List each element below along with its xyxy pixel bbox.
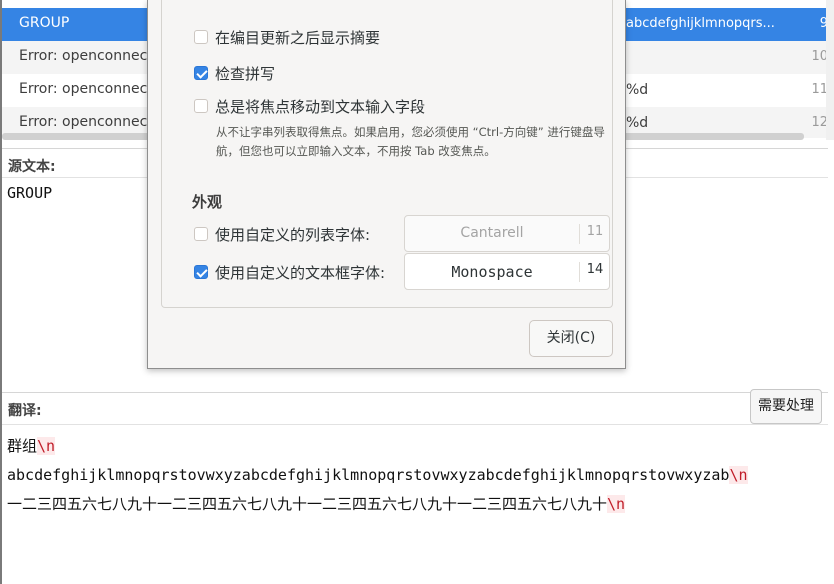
focus-text-label[interactable]: 总是将焦点移动到文本输入字段 bbox=[215, 96, 425, 117]
close-button[interactable]: 关闭(C) bbox=[529, 320, 613, 357]
translation-pane-header: 翻译: bbox=[2, 392, 828, 425]
row-source: Error: openconnect bbox=[19, 48, 153, 64]
text-font-name: Monospace bbox=[451, 263, 533, 281]
text-font-label[interactable]: 使用自定义的文本框字体: bbox=[215, 262, 385, 283]
newline-marker: \n bbox=[37, 437, 56, 455]
focus-text-checkbox[interactable] bbox=[194, 99, 208, 113]
translation-editor[interactable]: 群组\n abcdefghijklmnopqrstovwxyzabcdefghi… bbox=[7, 432, 748, 519]
show-summary-label[interactable]: 在编目更新之后显示摘要 bbox=[215, 27, 380, 48]
translation-line-text: 一二三四五六七八九十一二三四五六七八九十一二三四五六七八九十一二三四五六七八九十 bbox=[7, 495, 608, 513]
preferences-dialog: 在编目更新之后显示摘要 检查拼写 总是将焦点移动到文本输入字段 从不让字串列表取… bbox=[147, 0, 626, 369]
newline-marker: \n bbox=[607, 495, 626, 513]
text-font-checkbox[interactable] bbox=[194, 265, 208, 279]
preferences-panel: 在编目更新之后显示摘要 检查拼写 总是将焦点移动到文本输入字段 从不让字串列表取… bbox=[161, 0, 613, 308]
window-edge bbox=[0, 0, 2, 584]
source-label: 源文本: bbox=[8, 159, 56, 175]
row-translation: %d bbox=[626, 82, 649, 98]
row-source: Error: openconnect bbox=[19, 114, 153, 130]
spellcheck-checkbox[interactable] bbox=[194, 66, 208, 80]
list-font-size: 11 bbox=[579, 224, 610, 244]
translation-line: 一二三四五六七八九十一二三四五六七八九十一二三四五六七八九十一二三四五六七八九十… bbox=[7, 490, 748, 519]
list-font-label[interactable]: 使用自定义的列表字体: bbox=[215, 224, 370, 245]
translation-line: 群组\n bbox=[7, 432, 748, 461]
source-text: GROUP bbox=[7, 184, 53, 202]
row-translation: %d bbox=[626, 115, 649, 131]
focus-text-hint: 从不让字串列表取得焦点。如果启用，您必须使用 “Ctrl-方向键” 进行键盘导航… bbox=[216, 125, 605, 158]
poedit-window: GROUP abcdefghijklmnopqrs... 9 Error: op… bbox=[0, 0, 834, 584]
spellcheck-label[interactable]: 检查拼写 bbox=[215, 63, 275, 84]
list-font-name: Cantarell bbox=[460, 225, 524, 241]
show-summary-checkbox[interactable] bbox=[194, 30, 208, 44]
list-vertical-scrollbar[interactable] bbox=[826, 0, 834, 140]
appearance-heading: 外观 bbox=[192, 193, 223, 211]
text-font-button[interactable]: Monospace 14 bbox=[404, 253, 610, 290]
row-source: Error: openconnect bbox=[19, 81, 153, 97]
translation-line-text: abcdefghijklmnopqrstovwxyzabcdefghijklmn… bbox=[7, 466, 730, 484]
row-source: GROUP bbox=[19, 15, 70, 31]
needs-work-button[interactable]: 需要处理 bbox=[750, 389, 822, 424]
translation-label: 翻译: bbox=[8, 403, 42, 419]
list-font-checkbox[interactable] bbox=[194, 227, 208, 241]
row-translation: abcdefghijklmnopqrs... bbox=[626, 16, 775, 31]
newline-marker: \n bbox=[729, 466, 748, 484]
text-font-size: 14 bbox=[579, 262, 610, 282]
list-font-button[interactable]: Cantarell 11 bbox=[404, 215, 610, 252]
translation-line-text: 群组 bbox=[7, 437, 38, 455]
translation-line: abcdefghijklmnopqrstovwxyzabcdefghijklmn… bbox=[7, 461, 748, 490]
